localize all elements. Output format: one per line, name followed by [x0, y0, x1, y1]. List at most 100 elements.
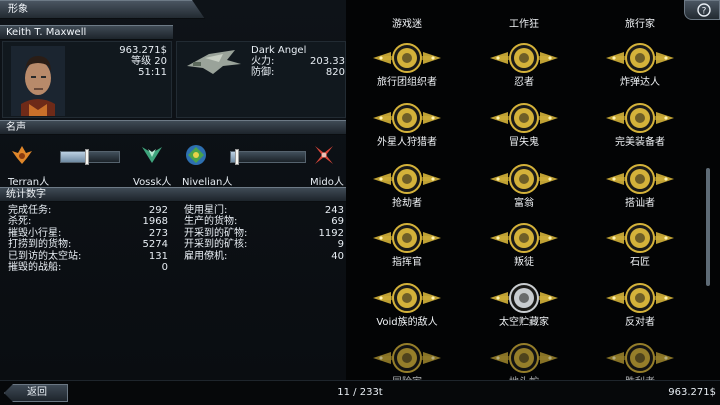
ship-card: Dark Angel 火力: 203.33 防御: 820 — [176, 41, 346, 118]
bottom-bar: 返回 11 / 233t 963.271$ — [0, 380, 720, 405]
medal-emblem-icon — [373, 283, 441, 313]
medal-badge[interactable]: 太空贮藏家 — [474, 282, 574, 342]
medal-emblem-icon — [490, 43, 558, 73]
medal-label: 冒失鬼 — [509, 137, 539, 148]
page-counter: 11 / 233t — [337, 387, 383, 398]
medal-badge[interactable]: 完美装备者 — [590, 102, 690, 162]
stat-row: 雇用僚机: 40 — [184, 250, 344, 262]
medal-badge[interactable]: 叛徒 — [474, 222, 574, 282]
stat-row: 完成任务: 292 — [8, 205, 168, 216]
reputation-slider-nivelian-mido — [230, 149, 306, 165]
vossk-emblem-icon — [142, 147, 162, 163]
medal-badge[interactable]: 旅行团组织者 — [357, 42, 457, 102]
stat-row: 已到访的太空站: 131 — [8, 250, 168, 262]
medal-emblem-icon — [490, 103, 558, 133]
medal-badge[interactable]: 指挥官 — [357, 222, 457, 282]
medal-label: 胜利者 — [590, 373, 690, 380]
medal-badge[interactable]: 冒失鬼 — [474, 102, 574, 162]
stat-row: 摧毁的战船: 0 — [8, 262, 168, 274]
character-panel: 形象 Keith T. Maxwell 963.271$ 等级 20 51:11… — [0, 0, 346, 380]
medal-badge[interactable]: 工作狂 — [474, 0, 574, 44]
stat-row: 使用星门: 243 — [184, 205, 344, 216]
medal-label: 外星人狩猎者 — [377, 137, 437, 148]
medal-badge[interactable]: 抢劫者 — [357, 163, 457, 223]
medal-badge[interactable]: 富翁 — [474, 163, 574, 223]
help-icon: ? — [697, 3, 711, 17]
stat-row: 开采到的矿核: 9 — [184, 239, 344, 251]
svg-text:?: ? — [702, 7, 707, 17]
medal-emblem-icon — [373, 343, 441, 373]
credits-display: 963.271$ — [668, 387, 716, 398]
medal-label: 完美装备者 — [615, 137, 665, 148]
medals-grid[interactable]: 游戏迷 工作狂 旅行家 旅行团组织者 忍者 炸弹达人 外星人狩猎者 冒失鬼 完美… — [346, 0, 720, 380]
medal-badge[interactable]: 石匠 — [590, 222, 690, 282]
medal-emblem-icon — [606, 343, 674, 373]
medal-label: 搭讪者 — [625, 198, 655, 209]
medal-label: 地头蛇 — [474, 373, 574, 380]
terran-emblem-icon — [12, 146, 32, 164]
ship-image — [187, 50, 241, 74]
medal-emblem-icon — [606, 103, 674, 133]
medal-badge[interactable]: 地头蛇 — [474, 342, 574, 380]
ship-defense: 防御: 820 — [251, 67, 345, 78]
medal-label: 冒险家 — [357, 373, 457, 380]
pilot-portrait — [11, 46, 65, 116]
medal-label: 炸弹达人 — [620, 77, 660, 88]
ship-name: Dark Angel — [251, 45, 307, 56]
medal-badge[interactable]: 炸弹达人 — [590, 42, 690, 102]
pilot-card: 963.271$ 等级 20 51:11 — [2, 41, 172, 118]
stat-row: 杀死: 1968 — [8, 216, 168, 228]
medal-label: Void族的敌人 — [376, 317, 438, 328]
medal-label: 指挥官 — [392, 257, 422, 268]
medals-scrollbar[interactable] — [706, 168, 710, 286]
medal-emblem-icon — [490, 164, 558, 194]
pilot-name: Keith T. Maxwell — [0, 25, 173, 40]
ship-firepower: 火力: 203.33 — [251, 56, 345, 67]
pilot-playtime: 51:11 — [138, 67, 167, 78]
medal-emblem-icon — [490, 343, 558, 373]
medal-label: 富翁 — [514, 198, 534, 209]
medal-badge[interactable]: 外星人狩猎者 — [357, 102, 457, 162]
stat-row: 生产的货物: 69 — [184, 216, 344, 228]
medal-emblem-icon — [373, 43, 441, 73]
medal-badge[interactable]: 旅行家 — [590, 0, 690, 44]
medal-emblem-icon — [373, 223, 441, 253]
back-button[interactable]: 返回 — [4, 384, 68, 402]
stats-header: 统计数字 — [0, 187, 346, 202]
medal-label: 叛徒 — [514, 257, 534, 268]
medal-badge[interactable]: 冒险家 — [357, 342, 457, 380]
stats-column-right: 使用星门: 243 生产的货物: 69 开采到的矿物: 1192 开采到的矿核: 9 雇… — [184, 205, 344, 262]
stats-table: 完成任务: 292 杀死: 1968 摧毁小行星: 273 打捞到的货物: 5274 已… — [0, 205, 346, 380]
medal-emblem-icon — [490, 223, 558, 253]
mido-emblem-icon — [315, 146, 333, 164]
medal-label: 反对者 — [625, 317, 655, 328]
nivelian-emblem-icon — [186, 145, 206, 165]
medal-emblem-icon — [606, 43, 674, 73]
stats-column-left: 完成任务: 292 杀死: 1968 摧毁小行星: 273 打捞到的货物: 5274 已… — [8, 205, 168, 273]
medal-label: 石匠 — [630, 257, 650, 268]
medal-emblem-icon — [606, 223, 674, 253]
medal-badge[interactable]: Void族的敌人 — [357, 282, 457, 342]
pilot-credits: 963.271$ — [119, 45, 167, 56]
medal-emblem-icon — [606, 164, 674, 194]
medal-badge[interactable]: 胜利者 — [590, 342, 690, 380]
faction-label-nivelian: Nivelian人 — [182, 177, 233, 188]
reputation-header: 名声 — [0, 120, 346, 135]
medal-emblem-icon — [373, 164, 441, 194]
panel-title: 形象 — [0, 0, 205, 19]
faction-label-vossk: Vossk人 — [133, 177, 172, 188]
faction-label-mido: Mido人 — [310, 177, 344, 188]
medal-label: 抢劫者 — [392, 198, 422, 209]
medal-badge[interactable]: 搭讪者 — [590, 163, 690, 223]
medal-label: 忍者 — [514, 77, 534, 88]
stat-row: 摧毁小行星: 273 — [8, 227, 168, 239]
medal-badge[interactable]: 忍者 — [474, 42, 574, 102]
medal-badge[interactable]: 游戏迷 — [357, 0, 457, 44]
medal-emblem-icon — [606, 283, 674, 313]
medal-badge[interactable]: 反对者 — [590, 282, 690, 342]
help-button[interactable]: ? — [684, 0, 720, 20]
stat-row: 打捞到的货物: 5274 — [8, 239, 168, 251]
pilot-level: 等级 20 — [131, 56, 167, 67]
stat-row: 开采到的矿物: 1192 — [184, 227, 344, 239]
faction-label-terran: Terran人 — [8, 177, 50, 188]
